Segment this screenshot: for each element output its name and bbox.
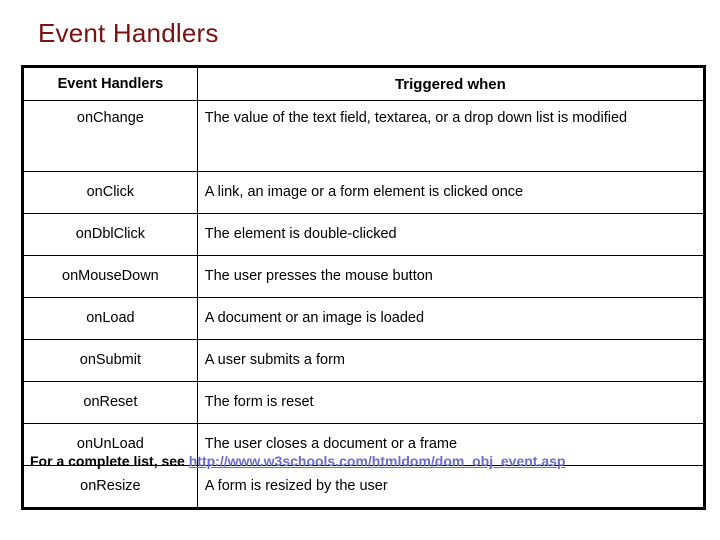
table-body: onChange The value of the text field, te… — [22, 100, 706, 509]
event-description-cell: A link, an image or a form element is cl… — [196, 171, 706, 214]
event-name-cell: onChange — [22, 100, 198, 172]
table-header-row: Event Handlers Triggered when — [22, 66, 706, 101]
event-description-cell: The value of the text field, textarea, o… — [196, 100, 706, 172]
table-row: onDblClick The element is double-clicked — [22, 213, 706, 256]
event-name-cell: onSubmit — [22, 339, 198, 382]
table-header: Event Handlers Triggered when — [22, 66, 706, 101]
column-header-triggered-when: Triggered when — [196, 66, 706, 101]
slide-canvas: Event Handlers Event Handlers Triggered … — [0, 0, 720, 540]
event-description-cell: The form is reset — [196, 381, 706, 424]
page-title: Event Handlers — [38, 18, 219, 48]
event-name-cell: onLoad — [22, 297, 198, 340]
table-row: onSubmit A user submits a form — [22, 339, 706, 382]
table-row: onLoad A document or an image is loaded — [22, 297, 706, 340]
table-row: onMouseDown The user presses the mouse b… — [22, 255, 706, 298]
event-name-cell: onResize — [22, 465, 198, 509]
event-handlers-table: Event Handlers Triggered when onChange T… — [21, 65, 706, 510]
event-description-cell: The user presses the mouse button — [196, 255, 706, 298]
event-description-cell: A form is resized by the user — [196, 465, 706, 509]
event-name-cell: onReset — [22, 381, 198, 424]
event-name-cell: onMouseDown — [22, 255, 198, 298]
event-description-cell: The element is double-clicked — [196, 213, 706, 256]
table-row: onChange The value of the text field, te… — [22, 100, 706, 172]
event-name-cell: onDblClick — [22, 213, 198, 256]
table-row: onResize A form is resized by the user — [22, 465, 706, 509]
column-header-event-handlers: Event Handlers — [22, 66, 198, 101]
footer-note: For a complete list, see http://www.w3sc… — [30, 452, 565, 471]
footer-note-prefix: For a complete list, see — [30, 453, 189, 469]
w3schools-reference-link[interactable]: http://www.w3schools.com/htmldom/dom_obj… — [189, 453, 566, 469]
table-row: onClick A link, an image or a form eleme… — [22, 171, 706, 214]
event-description-cell: A document or an image is loaded — [196, 297, 706, 340]
event-name-cell: onClick — [22, 171, 198, 214]
table-row: onReset The form is reset — [22, 381, 706, 424]
event-description-cell: A user submits a form — [196, 339, 706, 382]
